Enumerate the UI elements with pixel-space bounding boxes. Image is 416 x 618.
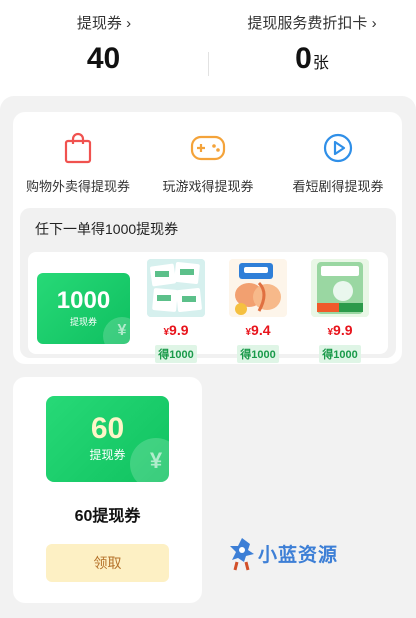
product-item[interactable]: ¥9.9 得1000 [146, 259, 206, 363]
shopping-bag-icon [64, 132, 92, 164]
category-shopping[interactable]: 购物外卖得提现券 [13, 130, 143, 195]
discount-card-stat[interactable]: 提现服务费折扣卡 › 0张 [208, 12, 416, 81]
product-reward: 得1000 [155, 345, 197, 363]
coupon-value: 1000 [56, 287, 111, 314]
watermark-text: 小蓝资源 [258, 545, 339, 566]
category-games[interactable]: 玩游戏得提现券 [143, 130, 273, 195]
category-label: 玩游戏得提现券 [162, 179, 254, 194]
product-image-medicine [147, 259, 205, 317]
coupon-60: 60 提现券 ¥ [46, 396, 169, 482]
product-reward: 得1000 [319, 345, 361, 363]
coupon-1000[interactable]: 1000 提现券 ¥ [37, 273, 130, 344]
product-price: ¥9.9 [327, 322, 353, 338]
play-icon [323, 133, 353, 163]
category-label: 看短剧得提现券 [292, 179, 384, 194]
chevron-right-icon: › [371, 15, 377, 32]
product-price: ¥9.9 [163, 322, 189, 338]
stats-header: 提现券 › 40 提现服务费折扣卡 › 0张 [0, 0, 416, 98]
product-image-detergent [311, 259, 369, 317]
discount-card-label[interactable]: 提现服务费折扣卡 › [208, 12, 416, 36]
category-label: 购物外卖得提现券 [25, 179, 130, 194]
claim-button[interactable]: 领取 [46, 544, 169, 582]
withdraw-coupon-count: 40 [86, 42, 121, 75]
mascot-icon [230, 538, 254, 571]
product-image-snacks [229, 259, 287, 317]
product-item[interactable]: ¥9.9 得1000 [310, 259, 370, 363]
product-item[interactable]: ¥9.4 得1000 [228, 259, 288, 363]
discount-card-count: 0张 [295, 42, 329, 75]
withdraw-coupon-stat[interactable]: 提现券 › 40 [0, 12, 208, 81]
order-reward-title: 任下一单得1000提现券 [35, 221, 179, 237]
product-price: ¥9.4 [245, 322, 271, 338]
claim-coupon-title: 60提现券 [74, 508, 141, 525]
yuan-watermark: ¥ [103, 317, 130, 344]
gamepad-icon [190, 135, 226, 161]
chevron-right-icon: › [126, 15, 132, 32]
product-reward: 得1000 [237, 345, 279, 363]
withdraw-coupon-label[interactable]: 提现券 › [0, 12, 208, 36]
watermark-logo: 小蓝资源 [228, 534, 358, 574]
category-short-drama[interactable]: 看短剧得提现券 [273, 130, 403, 195]
